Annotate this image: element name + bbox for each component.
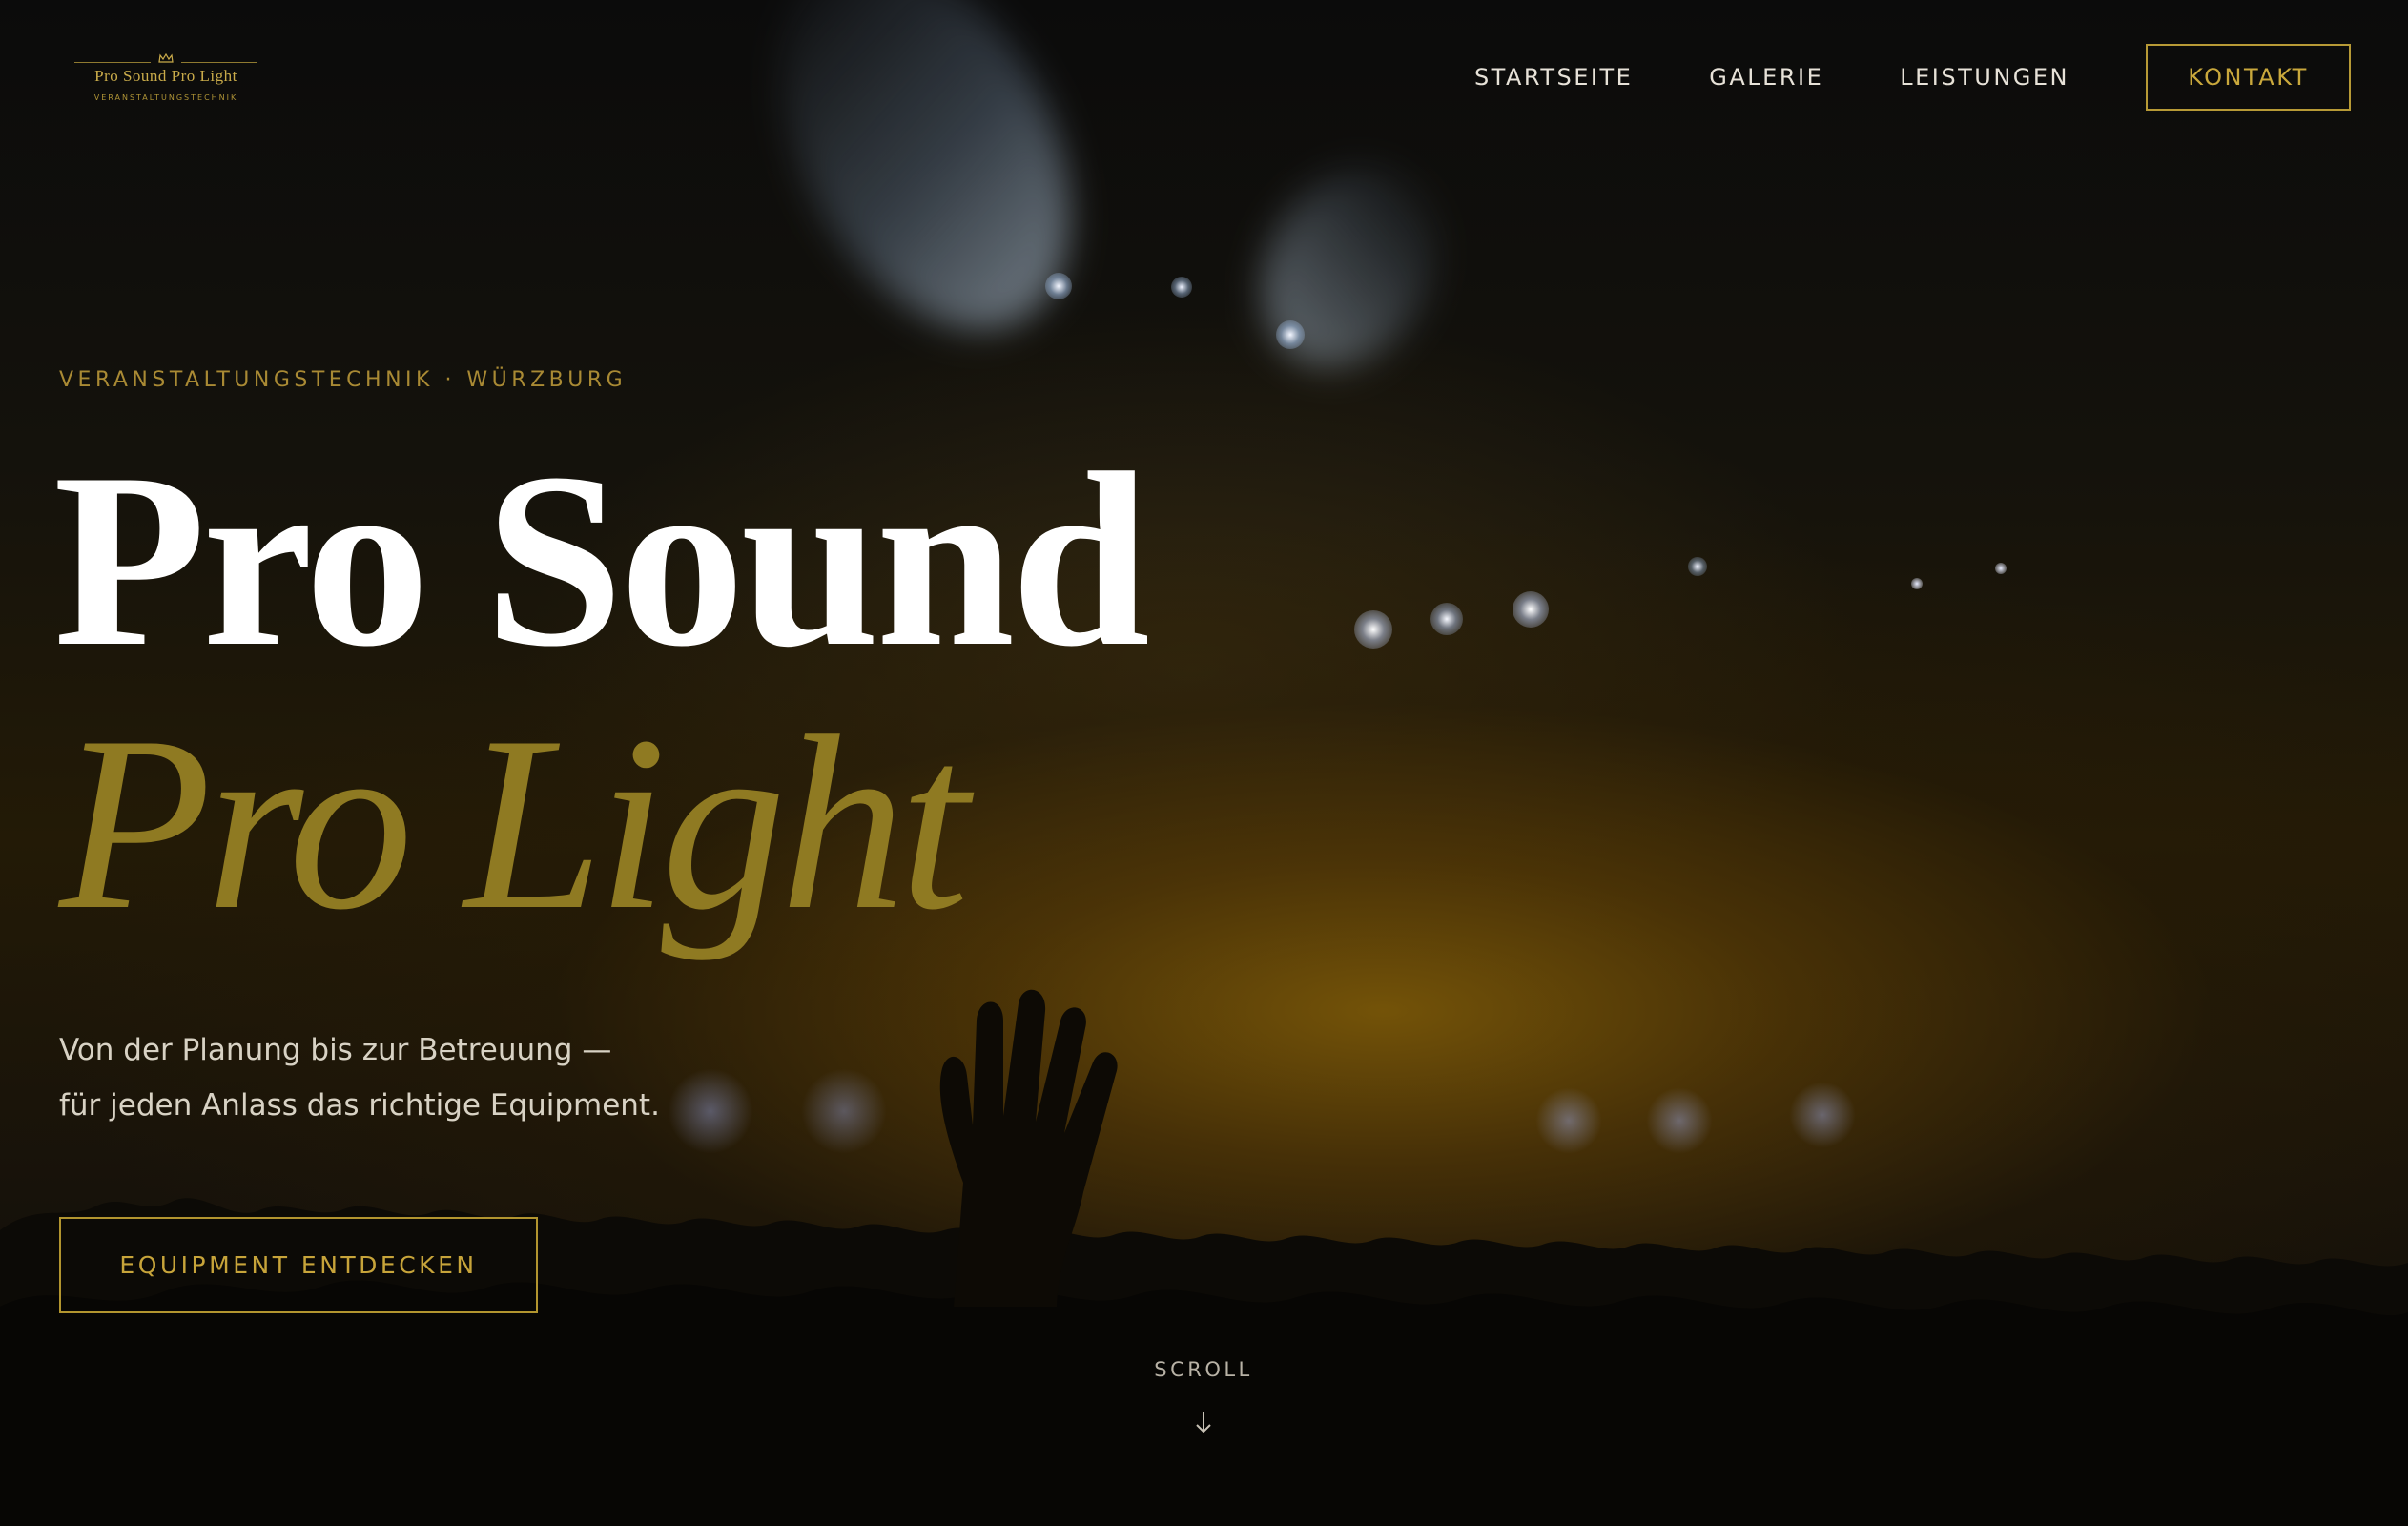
stage-wash-light <box>1789 1082 1856 1148</box>
stage-light <box>1995 563 2007 574</box>
stage-wash-light <box>801 1068 887 1154</box>
logo-divider-right <box>181 62 257 63</box>
hero-title-line2: Pro Light <box>59 685 969 961</box>
contact-button[interactable]: KONTAKT <box>2146 44 2351 111</box>
nav-item-startseite[interactable]: STARTSEITE <box>1474 64 1633 91</box>
stage-light <box>1513 591 1549 628</box>
stage-light <box>1430 603 1463 635</box>
arrow-down-icon[interactable] <box>1194 1410 1213 1434</box>
logo-tagline: VERANSTALTUNGSTECHNIK <box>93 93 238 102</box>
stage-light <box>1354 610 1392 649</box>
spotlight-beam <box>1226 135 1472 399</box>
stage-light <box>1688 557 1707 576</box>
spotlight-beam <box>721 0 1129 379</box>
hero-lead-line1: Von der Planung bis zur Betreuung — <box>59 1033 612 1067</box>
nav-item-leistungen[interactable]: LEISTUNGEN <box>1900 64 2069 91</box>
nav-item-galerie[interactable]: GALERIE <box>1709 64 1823 91</box>
discover-equipment-button[interactable]: EQUIPMENT ENTDECKEN <box>59 1217 538 1313</box>
main-navigation: STARTSEITE GALERIE LEISTUNGEN KONTAKT <box>1398 44 2351 111</box>
stage-wash-light <box>1535 1087 1602 1154</box>
stage-light <box>1045 273 1072 299</box>
hero-lead: Von der Planung bis zur Betreuung — für … <box>59 1022 660 1133</box>
scroll-label[interactable]: SCROLL <box>1108 1358 1299 1381</box>
stage-light <box>1276 320 1305 349</box>
logo-wordmark: Pro Sound Pro Light <box>94 67 237 85</box>
stage-light <box>1911 578 1923 589</box>
stage-light <box>1171 277 1192 298</box>
raised-hand-silhouette <box>939 989 1118 1307</box>
brand-logo[interactable]: Pro Sound Pro Light VERANSTALTUNGSTECHNI… <box>71 53 261 111</box>
hero-lead-line2: für jeden Anlass das richtige Equipment. <box>59 1088 660 1123</box>
crown-icon <box>158 53 174 63</box>
stage-wash-light <box>668 1068 753 1154</box>
stage-wash-light <box>1646 1087 1713 1154</box>
hero-section: Pro Sound Pro Light VERANSTALTUNGSTECHNI… <box>0 0 2408 1526</box>
hero-title-line1: Pro Sound <box>53 422 1150 698</box>
logo-divider-left <box>74 62 151 63</box>
hero-eyebrow: VERANSTALTUNGSTECHNIK · WÜRZBURG <box>59 368 628 392</box>
